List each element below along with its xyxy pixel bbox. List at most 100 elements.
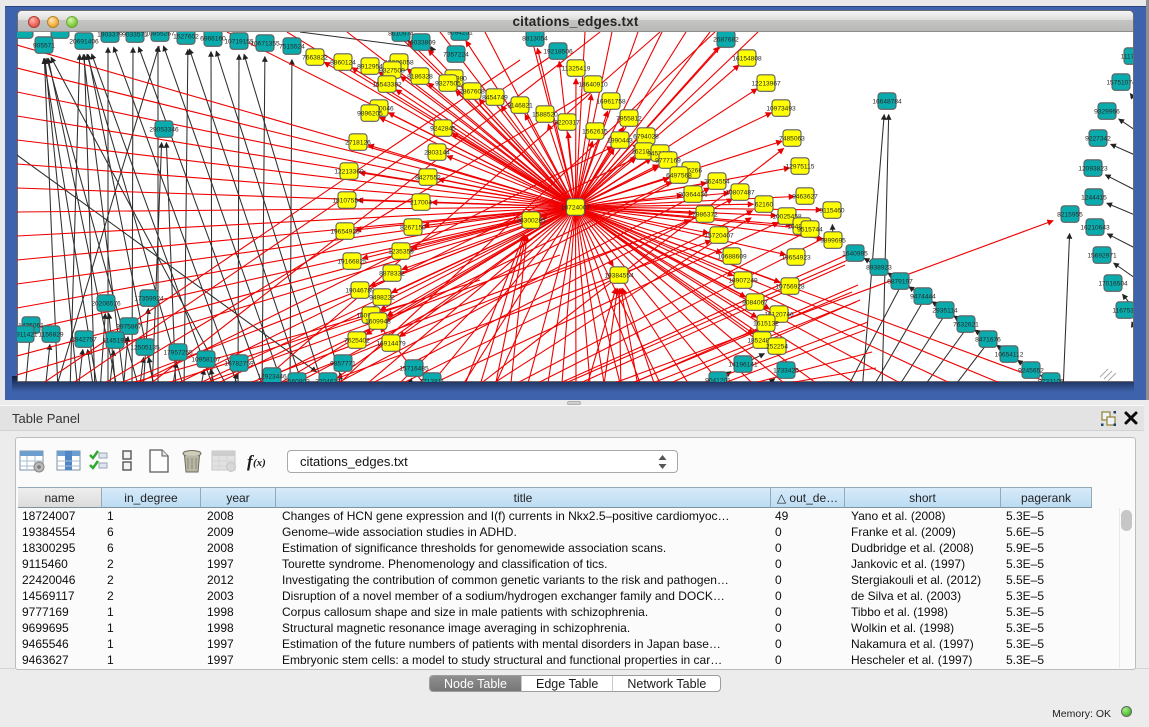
svg-text:18640910: 18640910 <box>578 81 608 88</box>
svg-text:3911421: 3911421 <box>17 331 38 338</box>
svg-text:28300285: 28300285 <box>516 217 546 224</box>
svg-text:2935114: 2935114 <box>932 307 958 314</box>
svg-text:29053346: 29053346 <box>149 126 179 133</box>
svg-text:11325419: 11325419 <box>562 65 591 72</box>
svg-text:9094251: 9094251 <box>447 32 473 36</box>
svg-text:10855267: 10855267 <box>145 32 175 37</box>
svg-text:9245652: 9245652 <box>1018 367 1044 374</box>
svg-text:1640995: 1640995 <box>842 250 868 257</box>
svg-text:2204631: 2204631 <box>315 378 341 382</box>
svg-text:9242845: 9242845 <box>430 125 456 132</box>
svg-text:1145194: 1145194 <box>102 337 128 344</box>
svg-text:8454749: 8454749 <box>482 94 508 101</box>
svg-text:8215955: 8215955 <box>1057 211 1083 218</box>
svg-text:12213967: 12213967 <box>751 80 781 87</box>
svg-text:17957255: 17957255 <box>163 349 193 356</box>
svg-text:252254: 252254 <box>766 343 788 350</box>
svg-text:7485063: 7485063 <box>779 135 805 142</box>
svg-text:6497568: 6497568 <box>666 172 692 179</box>
svg-text:1903379: 1903379 <box>97 32 123 38</box>
svg-text:20691406: 20691406 <box>69 38 99 45</box>
svg-text:19654925: 19654925 <box>330 228 360 235</box>
svg-text:16154808: 16154808 <box>732 55 762 62</box>
svg-text:8860124: 8860124 <box>330 59 356 66</box>
svg-text:2718126: 2718126 <box>345 139 371 146</box>
svg-text:9733105: 9733105 <box>1038 378 1064 382</box>
svg-text:10958107: 10958107 <box>191 356 221 363</box>
svg-text:1733426: 1733426 <box>773 367 799 374</box>
svg-text:20206576: 20206576 <box>91 300 121 307</box>
svg-text:12505135: 12505135 <box>130 344 160 351</box>
svg-text:9146821: 9146821 <box>507 102 533 109</box>
svg-text:19046789: 19046789 <box>345 287 375 294</box>
svg-text:2687682: 2687682 <box>713 36 739 43</box>
svg-text:16782759: 16782759 <box>224 360 254 367</box>
svg-text:(x): (x) <box>253 457 266 469</box>
svg-text:16961758: 16961758 <box>596 98 626 105</box>
svg-text:15716485: 15716485 <box>399 365 429 372</box>
svg-text:2803144: 2803144 <box>424 149 450 156</box>
svg-text:14196141: 14196141 <box>728 361 758 368</box>
svg-text:6794028: 6794028 <box>633 133 659 140</box>
svg-text:9857771: 9857771 <box>330 360 356 367</box>
svg-text:19218506: 19218506 <box>543 48 573 55</box>
svg-text:7955812: 7955812 <box>616 115 642 122</box>
svg-text:7663822: 7663822 <box>302 54 328 61</box>
svg-text:16210643: 16210643 <box>1080 224 1110 231</box>
svg-text:10654112: 10654112 <box>995 351 1024 358</box>
svg-text:9329966: 9329966 <box>1094 108 1120 115</box>
svg-text:1990443: 1990443 <box>607 137 633 144</box>
svg-text:8813054: 8813054 <box>522 35 548 42</box>
svg-text:17016504: 17016504 <box>1098 280 1128 287</box>
svg-text:8471676: 8471676 <box>975 336 1001 343</box>
svg-text:19166825: 19166825 <box>337 258 367 265</box>
svg-text:10671355: 10671355 <box>250 40 280 47</box>
svg-text:12213369: 12213369 <box>334 168 364 175</box>
svg-text:9041201: 9041201 <box>705 377 731 382</box>
svg-text:12975115: 12975115 <box>786 163 815 170</box>
svg-text:7515524: 7515524 <box>279 43 305 50</box>
svg-text:1117204: 1117204 <box>1121 53 1133 60</box>
svg-text:9033571: 9033571 <box>122 32 148 38</box>
svg-text:18107554: 18107554 <box>332 197 362 204</box>
svg-text:6879197: 6879197 <box>887 278 913 285</box>
svg-text:1244415: 1244415 <box>1081 194 1107 201</box>
svg-text:9474444: 9474444 <box>910 293 936 300</box>
svg-text:9227342: 9227342 <box>1085 135 1111 142</box>
svg-text:8938923: 8938923 <box>866 264 892 271</box>
svg-text:16648784: 16648784 <box>872 98 902 105</box>
svg-text:9777169: 9777169 <box>655 157 681 164</box>
svg-text:20364436: 20364436 <box>678 191 708 198</box>
svg-text:16543382: 16543382 <box>372 81 402 88</box>
svg-text:1156829: 1156829 <box>38 331 64 338</box>
svg-text:8186328: 8186328 <box>407 73 433 80</box>
svg-text:1562615: 1562615 <box>582 128 608 135</box>
svg-text:10688609: 10688609 <box>717 253 747 260</box>
svg-text:217004: 217004 <box>410 199 432 206</box>
svg-text:12093823: 12093823 <box>1078 165 1108 172</box>
svg-text:9327505: 9327505 <box>435 80 461 87</box>
svg-text:8267150: 8267150 <box>400 224 426 231</box>
svg-text:1167533: 1167533 <box>1112 307 1133 314</box>
svg-text:10807487: 10807487 <box>725 189 755 196</box>
svg-text:12923446: 12923446 <box>257 373 287 380</box>
svg-text:1615132: 1615132 <box>753 320 779 327</box>
svg-text:1560902: 1560902 <box>284 378 310 382</box>
svg-text:7357224: 7357224 <box>443 51 469 58</box>
svg-text:1527602: 1527602 <box>173 33 199 40</box>
svg-text:1609948: 1609948 <box>365 318 391 325</box>
svg-text:18724007: 18724007 <box>561 204 591 211</box>
svg-text:9327500: 9327500 <box>379 67 405 74</box>
svg-text:6966160: 6966160 <box>200 35 226 42</box>
svg-text:2942757: 2942757 <box>71 336 97 343</box>
svg-text:18907249: 18907249 <box>728 277 758 284</box>
svg-text:9899695: 9899695 <box>820 237 846 244</box>
svg-text:10973493: 10973493 <box>766 105 796 112</box>
svg-text:7625402: 7625402 <box>344 337 370 344</box>
svg-text:9515744: 9515744 <box>797 226 823 233</box>
svg-text:9896205: 9896205 <box>357 110 383 117</box>
svg-text:9084067: 9084067 <box>742 299 768 306</box>
svg-text:9463627: 9463627 <box>792 193 818 200</box>
svg-text:16914479: 16914479 <box>376 340 406 347</box>
svg-text:8878332: 8878332 <box>379 270 405 277</box>
